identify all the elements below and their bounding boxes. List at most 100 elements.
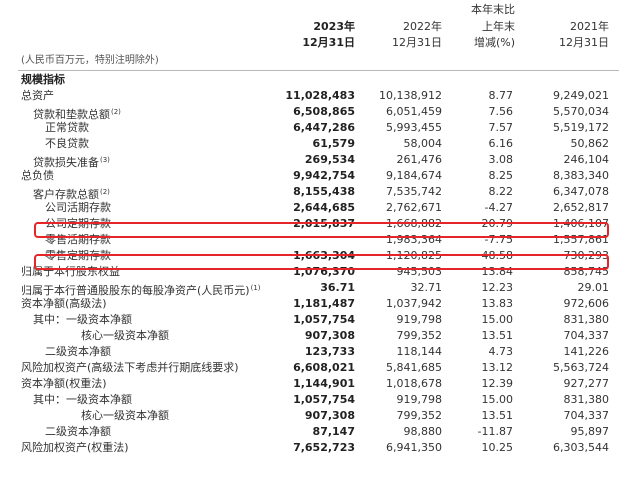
row-label-text: 资本净额(权重法) bbox=[21, 377, 107, 390]
row-label-text: 公司活期存款 bbox=[45, 201, 111, 214]
row-label: 其中：一级资本净额 bbox=[33, 312, 132, 328]
table-row: 贷款和垫款总额(2) 6,508,865 6,051,459 7.56 5,570,03… bbox=[0, 104, 637, 121]
table-row: 风险加权资产(高级法下考虑并行期底线要求) 6,608,021 5,841,685 1… bbox=[0, 360, 637, 376]
table-header: 本年末比 上年末 增减(%) 2023年 12月31日 2022年 12月31日… bbox=[0, 0, 637, 72]
value-2021: 6,347,078 bbox=[553, 185, 609, 198]
value-2021: 831,380 bbox=[563, 313, 610, 326]
value-2021: 831,380 bbox=[563, 393, 610, 406]
row-label: 资本净额(高级法) bbox=[21, 296, 107, 312]
table-row: 贷款损失准备(3) 269,534 261,476 3.08 246,104 bbox=[0, 152, 637, 169]
row-label-text: 规模指标 bbox=[21, 73, 65, 86]
change-percent: 4.73 bbox=[488, 345, 514, 358]
value-2021: 927,277 bbox=[563, 377, 610, 390]
value-2021: 6,303,544 bbox=[553, 441, 609, 454]
value-2021: 972,606 bbox=[563, 297, 610, 310]
row-label: 正常贷款 bbox=[45, 120, 89, 136]
change-percent: 13.51 bbox=[481, 329, 514, 342]
value-2021: 9,249,021 bbox=[553, 89, 609, 102]
header-change-line1: 本年末比 bbox=[471, 3, 515, 16]
row-label: 二级资本净额 bbox=[45, 424, 111, 440]
row-label: 核心一级资本净额 bbox=[81, 328, 169, 344]
table-row: 其中：一级资本净额 1,057,754 919,798 15.00 831,380 bbox=[0, 392, 637, 408]
header-divider bbox=[18, 70, 619, 71]
table-row: 二级资本净额 123,733 118,144 4.73 141,226 bbox=[0, 344, 637, 360]
highlight-box-corporate-time-deposits bbox=[34, 222, 609, 238]
table-row: 客户存款总额(2) 8,155,438 7,535,742 8.22 6,347,078 bbox=[0, 184, 637, 201]
header-2023-date: 12月31日 bbox=[302, 36, 355, 49]
row-label-text: 其中：一级资本净额 bbox=[33, 393, 132, 406]
value-2021: 50,862 bbox=[570, 137, 610, 150]
row-label-text: 总资产 bbox=[21, 89, 54, 102]
footnote-marker: (2) bbox=[111, 108, 121, 116]
row-label-text: 风险加权资产(高级法下考虑并行期底线要求) bbox=[21, 361, 239, 374]
table-row: 核心一级资本净额 907,308 799,352 13.51 704,337 bbox=[0, 408, 637, 424]
value-2021: 246,104 bbox=[563, 153, 610, 166]
change-percent: 8.22 bbox=[488, 185, 514, 198]
row-label-text: 不良贷款 bbox=[45, 137, 89, 150]
row-label: 风险加权资产(权重法) bbox=[21, 440, 129, 456]
value-2021: 29.01 bbox=[577, 281, 610, 294]
row-label-text: 二级资本净额 bbox=[45, 425, 111, 438]
header-2022-date: 12月31日 bbox=[392, 36, 442, 49]
row-label: 其中：一级资本净额 bbox=[33, 392, 132, 408]
value-2021: 8,383,340 bbox=[553, 169, 609, 182]
value-2021: 5,519,172 bbox=[553, 121, 609, 134]
change-percent: 13.12 bbox=[481, 361, 514, 374]
value-2021: 95,897 bbox=[570, 425, 610, 438]
row-label: 总负债 bbox=[21, 168, 54, 184]
table-row: 规模指标 bbox=[0, 72, 637, 88]
table-row: 不良贷款 61,579 58,004 6.16 50,862 bbox=[0, 136, 637, 152]
footnote-marker: (2) bbox=[100, 188, 110, 196]
value-2021: 704,337 bbox=[563, 329, 610, 342]
change-percent: 15.00 bbox=[481, 393, 514, 406]
row-label-text: 核心一级资本净额 bbox=[81, 329, 169, 342]
value-2021: 2,652,817 bbox=[553, 201, 609, 214]
table-row: 公司活期存款 2,644,685 2,762,671 -4.27 2,652,817 bbox=[0, 200, 637, 216]
table-row: 风险加权资产(权重法) 7,652,723 6,941,350 10.25 6,303,… bbox=[0, 440, 637, 456]
change-percent: 7.57 bbox=[488, 121, 514, 134]
value-2021: 704,337 bbox=[563, 409, 610, 422]
change-percent: 10.25 bbox=[481, 441, 514, 454]
row-label-text: 核心一级资本净额 bbox=[81, 409, 169, 422]
row-label-text: 二级资本净额 bbox=[45, 345, 111, 358]
change-percent: 6.16 bbox=[488, 137, 514, 150]
row-label: 二级资本净额 bbox=[45, 344, 111, 360]
table-row: 总资产 11,028,483 10,138,912 8.77 9,249,021 bbox=[0, 88, 637, 104]
row-label-text: 其中：一级资本净额 bbox=[33, 313, 132, 326]
change-percent: 12.23 bbox=[481, 281, 514, 294]
table-row: 正常贷款 6,447,286 5,993,455 7.57 5,519,172 bbox=[0, 120, 637, 136]
row-label: 公司活期存款 bbox=[45, 200, 111, 216]
report-page: 本年末比 上年末 增减(%) 2023年 12月31日 2022年 12月31日… bbox=[0, 0, 637, 500]
table-row: 归属于本行普通股股东的每股净资产(人民币元)(1) 36.71 32.71 12.23… bbox=[0, 280, 637, 297]
row-label-text: 风险加权资产(权重法) bbox=[21, 441, 129, 454]
row-label: 核心一级资本净额 bbox=[81, 408, 169, 424]
table-row: 二级资本净额 87,147 98,880 -11.87 95,897 bbox=[0, 424, 637, 440]
row-label-text: 资本净额(高级法) bbox=[21, 297, 107, 310]
header-2021-date: 12月31日 bbox=[559, 36, 609, 49]
unit-note: (人民币百万元，特别注明除外) bbox=[21, 55, 159, 66]
change-percent: 13.51 bbox=[481, 409, 514, 422]
value-2021: 5,570,034 bbox=[553, 105, 609, 118]
header-change-line3: 增减(%) bbox=[473, 36, 515, 49]
row-label-text: 总负债 bbox=[21, 169, 54, 182]
table-row: 资本净额(高级法) 1,181,487 1,037,942 13.83 972,606 bbox=[0, 296, 637, 312]
row-label: 资本净额(权重法) bbox=[21, 376, 107, 392]
footnote-marker: (3) bbox=[100, 156, 110, 164]
change-percent: 8.25 bbox=[488, 169, 514, 182]
change-percent: -4.27 bbox=[484, 201, 513, 214]
change-percent: 13.83 bbox=[481, 297, 514, 310]
table-row: 核心一级资本净额 907,308 799,352 13.51 704,337 bbox=[0, 328, 637, 344]
value-2021: 5,563,724 bbox=[553, 361, 609, 374]
table-row: 总负债 9,942,754 9,184,674 8.25 8,383,340 bbox=[0, 168, 637, 184]
change-percent: 3.08 bbox=[488, 153, 514, 166]
row-label: 不良贷款 bbox=[45, 136, 89, 152]
table-row: 其中：一级资本净额 1,057,754 919,798 15.00 831,380 bbox=[0, 312, 637, 328]
change-percent: 7.56 bbox=[488, 105, 514, 118]
row-label: 风险加权资产(高级法下考虑并行期底线要求) bbox=[21, 360, 239, 376]
change-percent: 8.77 bbox=[488, 89, 514, 102]
change-percent: -11.87 bbox=[477, 425, 513, 438]
value-2021: 141,226 bbox=[563, 345, 610, 358]
row-label: 总资产 bbox=[21, 88, 54, 104]
row-label: 规模指标 bbox=[21, 72, 65, 88]
highlight-box-retail-time-deposits bbox=[34, 254, 609, 270]
